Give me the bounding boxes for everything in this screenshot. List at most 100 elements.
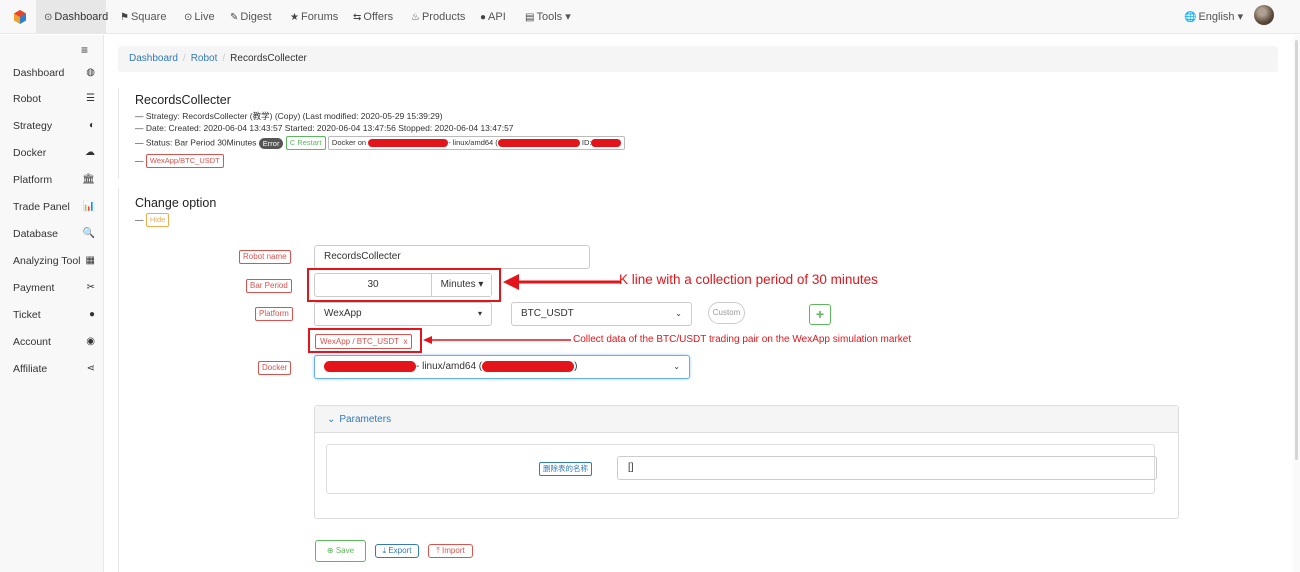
menu-toggle-icon[interactable]: ≡ [81, 43, 88, 57]
annotation-highlight-box [308, 328, 422, 353]
parameters-title: Parameters [339, 414, 392, 425]
docker-select-tail: ) [574, 361, 578, 372]
kline-annotation: K line with a collection period of 30 mi… [619, 272, 878, 287]
bar-chart-icon: 📊 [82, 201, 95, 212]
restart-button[interactable]: C Restart [285, 136, 326, 150]
custom-toggle[interactable]: Custom [708, 302, 745, 324]
sidebar-item-strategy[interactable]: Strategy ◐ [13, 116, 99, 136]
redacted-mark [497, 139, 580, 148]
chevron-down-icon: ⌄ [673, 362, 680, 371]
logo-icon[interactable] [12, 9, 28, 25]
parameter-value-input[interactable]: [] [617, 456, 1157, 480]
import-label: Import [442, 546, 465, 555]
language-label: English ▾ [1198, 11, 1244, 23]
nav-label: Offers [363, 11, 394, 23]
cloud-icon: ☁ [85, 147, 95, 158]
import-button[interactable]: ⤒ Import [428, 544, 473, 558]
scrollbar-thumb[interactable] [1295, 40, 1298, 460]
nav-dashboard[interactable]: ⊙ Dashboard [36, 0, 109, 34]
docker-select-value: - linux/amd64 ( [416, 361, 483, 372]
sidebar-item-ticket[interactable]: Ticket ● [13, 305, 99, 325]
import-icon: ⤒ [436, 546, 440, 555]
strategy-icon: ◐ [88, 120, 95, 131]
nav-offers[interactable]: ⇆ Offers [353, 0, 393, 34]
nav-api[interactable]: ● API [480, 0, 506, 34]
pair-select[interactable]: BTC_USDT ⌄ [511, 302, 692, 326]
nav-label: API [488, 11, 506, 23]
redacted-mark [482, 360, 575, 372]
nav-label: Dashboard [54, 11, 109, 23]
sidebar-item-label: Ticket [13, 309, 41, 321]
live-icon: ⊙ [184, 12, 193, 23]
docker-prefix: Docker on [331, 138, 367, 147]
parameters-panel: ⌄ Parameters 删除表的名称 [] [314, 405, 1179, 519]
add-pair-button[interactable]: + [809, 304, 831, 325]
digest-icon: ✎ [230, 12, 239, 23]
export-button[interactable]: ⤓ Export [375, 544, 419, 558]
strategy-line: — Strategy: RecordsCollecter (教学) (Copy)… [135, 111, 443, 121]
nav-digest[interactable]: ✎ Digest [230, 0, 272, 34]
nav-label: Digest [240, 11, 272, 23]
sidebar-item-robot[interactable]: Robot ☰ [13, 89, 99, 109]
sidebar-item-payment[interactable]: Payment ✂ [13, 278, 99, 298]
robot-name-input[interactable]: RecordsCollecter [314, 245, 590, 269]
section-divider [118, 188, 119, 572]
sidebar-item-analyzing-tool[interactable]: Analyzing Tool ▦ [13, 251, 99, 271]
docker-mid: - linux/amd64 ( [448, 138, 498, 147]
parameter-name-label: 删除表的名称 [539, 462, 592, 476]
dashboard-gauge-icon: ◍ [86, 67, 95, 78]
sidebar-item-trade-panel[interactable]: Trade Panel 📊 [13, 197, 99, 217]
breadcrumb-robot[interactable]: Robot [191, 53, 218, 64]
date-line: — Date: Created: 2020-06-04 13:43:57 Sta… [135, 123, 514, 133]
avatar[interactable] [1254, 5, 1274, 25]
change-option-title: Change option [135, 196, 217, 210]
bank-icon: 🏛 [82, 174, 95, 185]
redacted-mark [591, 139, 622, 148]
nav-square[interactable]: ⚑ Square [120, 0, 166, 34]
sidebar-item-account[interactable]: Account ◉ [13, 332, 99, 352]
section-divider [118, 88, 119, 178]
sidebar-item-label: Database [13, 228, 58, 240]
docker-select[interactable]: - linux/amd64 () ⌄ [314, 355, 690, 379]
sidebar-item-docker[interactable]: Docker ☁ [13, 143, 99, 163]
products-icon: ♨ [411, 12, 420, 23]
sidebar-item-database[interactable]: Database 🔍 [13, 224, 99, 244]
breadcrumb-separator: / [182, 53, 186, 64]
nav-products[interactable]: ♨ Products [411, 0, 465, 34]
nav-forums[interactable]: ★ Forums [290, 0, 338, 34]
breadcrumb: Dashboard / Robot / RecordsCollecter [118, 46, 1278, 72]
robot-title: RecordsCollecter [135, 93, 231, 107]
calculator-icon: ▦ [85, 255, 95, 266]
collect-annotation: Collect data of the BTC/USDT trading pai… [573, 334, 912, 345]
offers-icon: ⇆ [353, 12, 362, 23]
sidebar-item-affiliate[interactable]: Affiliate ⋖ [13, 359, 99, 379]
save-icon: ⊕ [326, 546, 334, 555]
sidebar-item-label: Trade Panel [13, 201, 70, 213]
export-icon: ⤓ [382, 546, 387, 555]
dashboard-icon: ⊙ [44, 12, 53, 23]
parameter-row: 删除表的名称 [] [326, 444, 1157, 494]
tools-icon: ▤ [525, 12, 535, 23]
parameters-header[interactable]: ⌄ Parameters [315, 406, 1178, 433]
annotation-arrow-icon [423, 336, 571, 344]
robot-name-label: Robot name [239, 250, 291, 264]
pair-tag: WexApp/BTC_USDT [145, 154, 224, 168]
sidebar-item-platform[interactable]: Platform 🏛 [13, 170, 99, 190]
export-label: Export [388, 546, 412, 555]
platform-select[interactable]: WexApp ▾ [314, 302, 492, 326]
hide-button[interactable]: Hide [145, 213, 170, 227]
sidebar-item-label: Strategy [13, 120, 53, 132]
language-dropdown[interactable]: 🌐 English ▾ [1184, 0, 1243, 34]
sidebar-item-label: Analyzing Tool [13, 255, 81, 267]
sidebar-item-dashboard[interactable]: Dashboard ◍ [13, 63, 99, 83]
nav-tools[interactable]: ▤ Tools ▾ [525, 0, 571, 34]
annotation-highlight-box [307, 268, 501, 302]
star-icon: ★ [290, 12, 299, 23]
nav-label: Products [421, 11, 466, 23]
save-button[interactable]: ⊕ Save [315, 540, 366, 562]
breadcrumb-dashboard[interactable]: Dashboard [129, 53, 178, 64]
user-circle-icon: ◉ [86, 336, 95, 347]
nav-label: Forums [300, 11, 339, 23]
robot-list-icon: ☰ [86, 93, 95, 104]
nav-live[interactable]: ⊙ Live [184, 0, 215, 34]
